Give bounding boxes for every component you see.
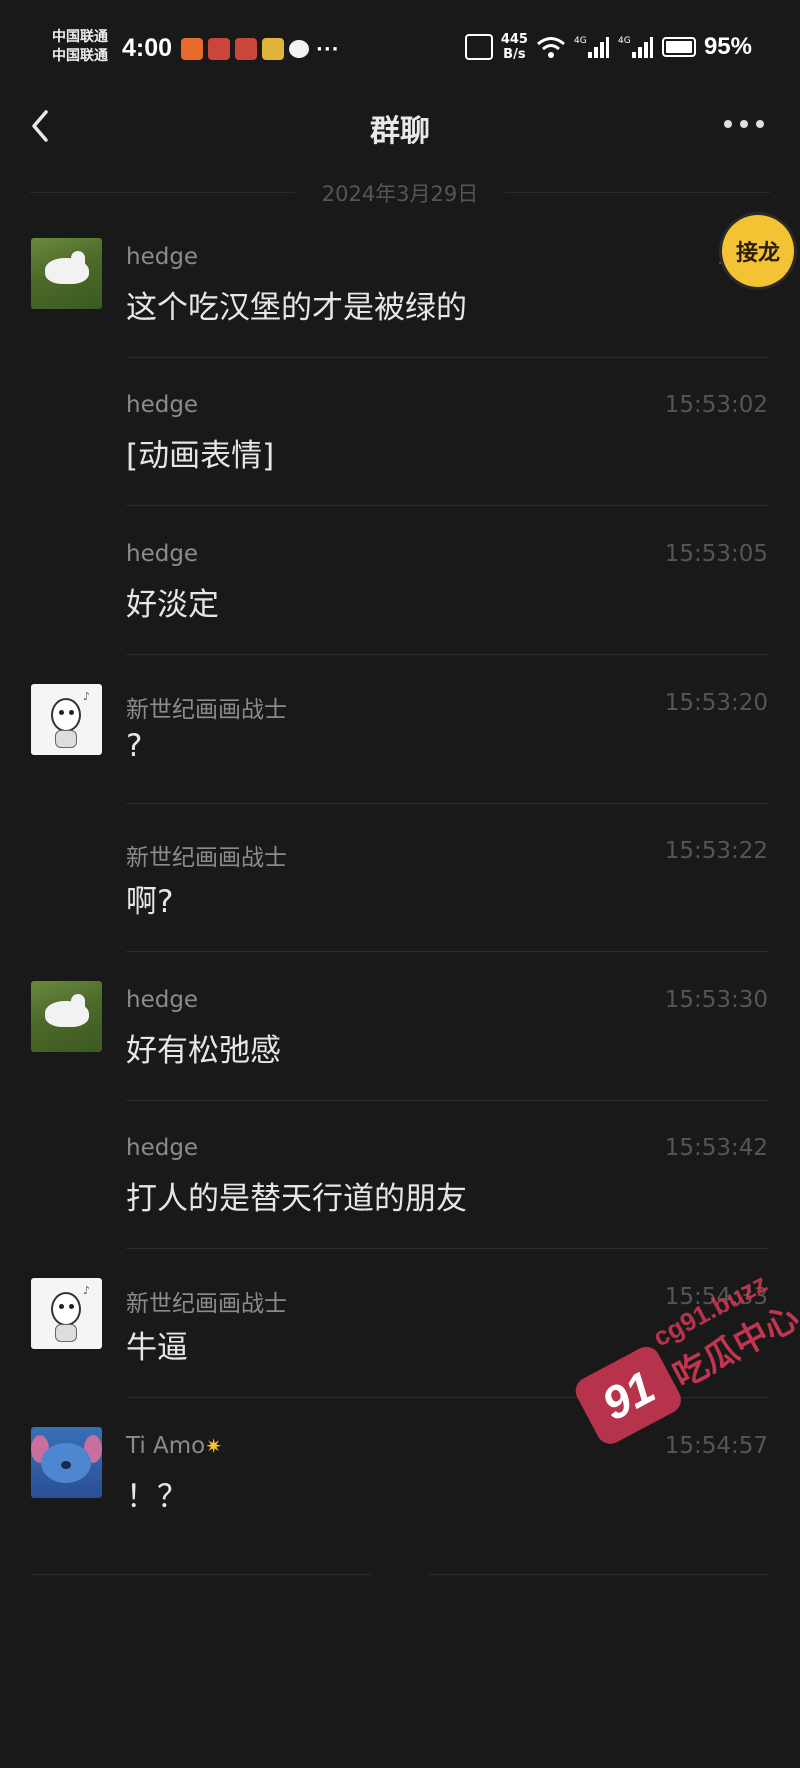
signal-icon-2: 4G (618, 36, 653, 58)
bottom-divider (428, 1574, 768, 1575)
status-time: 4:00 (122, 34, 173, 62)
message-divider (126, 803, 768, 804)
chat-message[interactable]: hedge 15:53:42 打人的是替天行道的朋友 (0, 1129, 800, 1277)
message-divider (126, 1100, 768, 1101)
carrier-info: 中国联通 中国联通 (52, 28, 108, 66)
nav-bar: 群聊 (0, 100, 800, 160)
message-time: 15:53:20 (664, 690, 768, 716)
star-emoji-icon: ✷ (205, 1434, 223, 1458)
chat-message[interactable]: 新世纪画画战士 15:53:22 啊? (0, 832, 800, 980)
network-speed-unit: B/s (503, 47, 526, 62)
battery-icon (661, 37, 696, 57)
chat-message[interactable]: ♪ 新世纪画画战士 15:54:33 牛逼 (0, 1278, 800, 1426)
date-divider-text: 2024年3月29日 (321, 182, 479, 206)
message-time: 15:53:42 (664, 1135, 768, 1161)
message-divider (126, 357, 768, 358)
signal-icon-1: 4G (574, 36, 609, 58)
more-notifications-icon: ··· (316, 38, 340, 60)
message-text[interactable]: 打人的是替天行道的朋友 (126, 1173, 467, 1218)
avatar[interactable]: ♪ (31, 684, 102, 755)
message-sender: Ti Amo✷ (126, 1433, 222, 1459)
message-sender: 新世纪画画战士 (126, 697, 287, 723)
message-time: 15:53:22 (664, 838, 768, 864)
carrier-1: 中国联通 (52, 29, 108, 45)
message-time: 15:53:30 (664, 987, 768, 1013)
avatar[interactable] (31, 981, 102, 1052)
message-text[interactable]: ? (126, 728, 142, 764)
message-divider (126, 505, 768, 506)
chat-message[interactable]: hedge 15:53:02 [动画表情] (0, 386, 800, 534)
message-sender: hedge (126, 987, 199, 1013)
message-text[interactable]: 啊? (126, 876, 173, 921)
jielong-button[interactable]: 接龙 (722, 215, 794, 287)
message-sender: 新世纪画画战士 (126, 845, 287, 871)
message-text[interactable]: 这个吃汉堡的才是被绿的 (126, 282, 467, 327)
more-options-icon[interactable] (724, 114, 764, 134)
message-sender-name: Ti Amo (126, 1433, 206, 1459)
message-time: 15:53:02 (664, 392, 768, 418)
network-speed-value: 445 (500, 32, 528, 47)
wifi-icon (536, 37, 565, 58)
network-speed: 445 B/s (501, 32, 528, 62)
message-divider (126, 654, 768, 655)
message-text[interactable]: 好有松弛感 (126, 1025, 281, 1070)
chat-message[interactable]: hedge 15:5 这个吃汉堡的才是被绿的 (0, 238, 800, 386)
message-divider (126, 1397, 768, 1398)
chat-message[interactable]: hedge 15:53:05 好淡定 (0, 535, 800, 683)
date-divider: 2024年3月29日 (0, 178, 800, 208)
bottom-divider (32, 1574, 372, 1575)
message-text[interactable]: 牛逼 (126, 1322, 188, 1367)
avatar[interactable]: ♪ (31, 1278, 102, 1349)
message-sender: hedge (126, 392, 199, 418)
message-sender: hedge (126, 1135, 199, 1161)
message-time: 15:53:05 (664, 541, 768, 567)
chat-message[interactable]: Ti Amo✷ 15:54:57 ！？ (0, 1427, 800, 1575)
message-sender: hedge (126, 244, 199, 270)
app-notification-icon (235, 38, 257, 60)
battery-percent: 95% (703, 33, 752, 60)
vibrate-icon (464, 34, 493, 60)
avatar[interactable] (31, 238, 102, 309)
message-text[interactable]: 好淡定 (126, 579, 219, 624)
network-type-1: 4G (574, 36, 587, 46)
carrier-2: 中国联通 (52, 48, 108, 64)
chat-title: 群聊 (370, 114, 430, 149)
chat-message[interactable]: hedge 15:53:30 好有松弛感 (0, 981, 800, 1129)
chat-notification-icon (289, 40, 309, 58)
message-divider (126, 1248, 768, 1249)
message-divider (126, 951, 768, 952)
app-notification-icon (181, 38, 203, 60)
message-sender: hedge (126, 541, 199, 567)
message-sender: 新世纪画画战士 (126, 1291, 287, 1317)
message-text[interactable]: ！？ (126, 1471, 188, 1516)
notification-icons: ··· (181, 38, 340, 60)
message-time: 15:54:57 (664, 1433, 768, 1459)
message-time: 15:54:33 (664, 1284, 768, 1310)
chat-message[interactable]: ♪ 新世纪画画战士 15:53:20 ? (0, 684, 800, 832)
network-type-2: 4G (618, 36, 631, 46)
message-text[interactable]: [动画表情] (126, 430, 274, 475)
mail-notification-icon (262, 38, 284, 60)
app-notification-icon (208, 38, 230, 60)
status-bar: 中国联通 中国联通 4:00 ··· 445 B/s 4G 4G 95% (0, 0, 800, 100)
avatar[interactable] (31, 1427, 102, 1498)
system-icons: 445 B/s 4G 4G 95% (464, 32, 752, 62)
